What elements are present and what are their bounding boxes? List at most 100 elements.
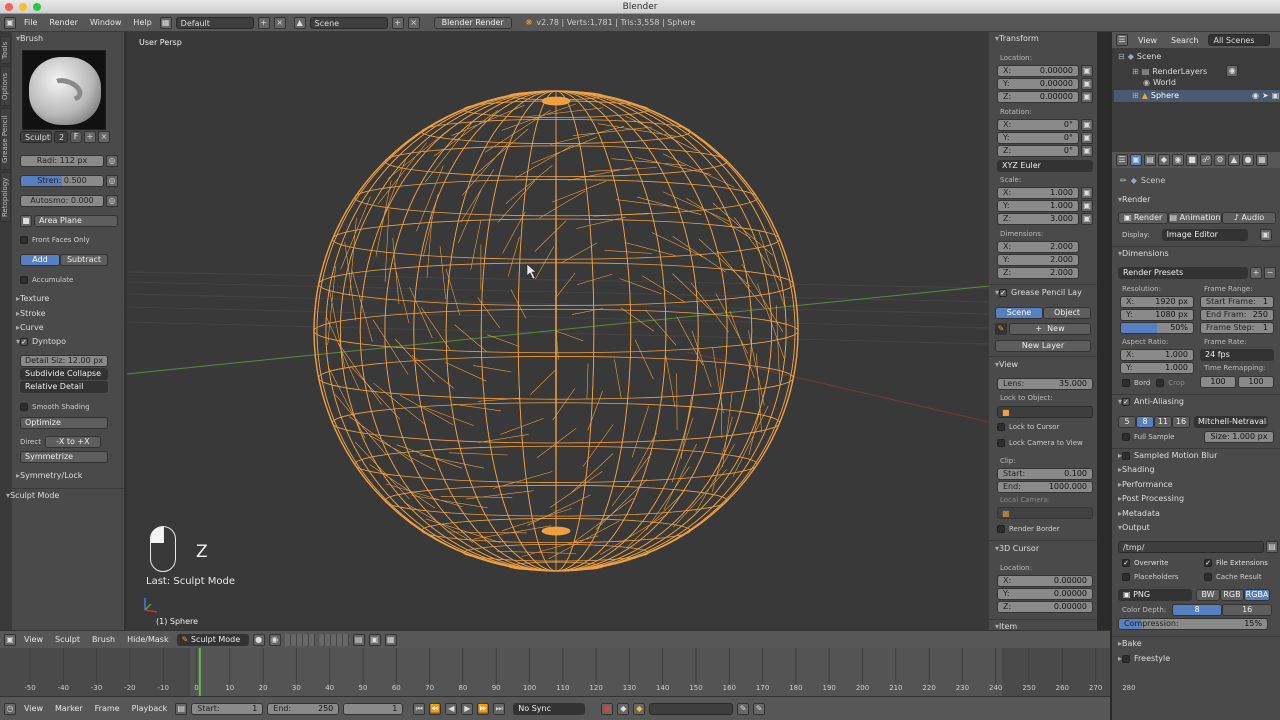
tab-grease-pencil[interactable]: Grease Pencil [0, 108, 11, 170]
layers-grid-right[interactable] [318, 633, 349, 646]
file-format-select[interactable]: ▣ PNG [1118, 589, 1192, 601]
3d-viewport[interactable]: User Persp Z Last: Sculpt Mode (1) Spher… [127, 32, 989, 630]
full-sample-checkbox[interactable]: Full Sample [1122, 433, 1174, 441]
autosmooth-pressure-icon[interactable]: ◎ [106, 195, 118, 207]
radius-pressure-icon[interactable]: ◎ [106, 155, 118, 167]
texture-context-icon[interactable]: ▦ [1256, 154, 1268, 166]
modifiers-context-icon[interactable]: ⚙ [1214, 154, 1226, 166]
color-depth-8-button[interactable]: 8 [1172, 604, 1223, 616]
item-panel-header[interactable]: Item [995, 622, 1017, 630]
outliner-search-menu[interactable]: Search [1167, 36, 1202, 45]
border-checkbox[interactable]: Bord [1122, 379, 1150, 387]
tab-retopology[interactable]: Retopology [0, 172, 11, 222]
scale-x-field[interactable]: X: 1.000 [997, 187, 1079, 199]
remove-brush-icon[interactable]: × [98, 131, 110, 143]
insert-keyframe-icon[interactable]: ◆ [633, 702, 646, 715]
aa-samples-5[interactable]: 5 [1118, 416, 1136, 428]
timeline-menu-view[interactable]: View [20, 704, 47, 713]
resolution-x-field[interactable]: X: 1920 px [1120, 296, 1194, 308]
header-menu-sculpt[interactable]: Sculpt [51, 635, 84, 644]
outliner-view-menu[interactable]: View [1134, 36, 1161, 45]
time-remap-old-field[interactable]: 100 [1200, 376, 1236, 388]
key-delete-icon[interactable]: ✎ [753, 702, 766, 715]
filter-size-field[interactable]: Size: 1.000 px [1204, 431, 1274, 443]
render-engine-select[interactable]: Blender Render [433, 16, 512, 29]
location-lock-icon[interactable]: ▣ [1081, 65, 1093, 77]
sculpt-plane-select[interactable]: Area Plane [34, 215, 118, 227]
world-context-icon[interactable]: ◉ [1172, 154, 1184, 166]
scale-lock-icon[interactable]: ▣ [1081, 213, 1093, 225]
overwrite-checkbox[interactable]: ✓ Overwrite [1122, 559, 1168, 567]
lock-camera-checkbox[interactable]: Lock Camera to View [997, 439, 1083, 447]
frame-step-field[interactable]: Frame Step: 1 [1200, 322, 1274, 334]
dimensions-y-field[interactable]: Y: 2.000 [997, 254, 1079, 266]
menu-render[interactable]: Render [45, 18, 81, 27]
constraints-context-icon[interactable]: ☍ [1200, 154, 1212, 166]
scene-field[interactable]: Scene [309, 16, 388, 29]
output-panel-header[interactable]: Output [1118, 523, 1150, 532]
location-z-field[interactable]: Z: 0.00000 [997, 91, 1079, 103]
aspect-y-field[interactable]: Y: 1.000 [1120, 362, 1194, 374]
rotation-lock-icon[interactable]: ▣ [1081, 132, 1093, 144]
scale-y-field[interactable]: Y: 1.000 [997, 200, 1079, 212]
compression-field[interactable]: Compression: 15% [1118, 618, 1268, 630]
curve-panel-header[interactable]: Curve [16, 323, 44, 332]
timeline-menu-playback[interactable]: Playback [128, 704, 172, 713]
location-x-field[interactable]: X: 0.00000 [997, 65, 1079, 77]
sync-mode-select[interactable]: No Sync [513, 702, 586, 715]
optimize-button[interactable]: Optimize [20, 417, 108, 429]
anti-aliasing-panel-header[interactable]: ✓Anti-Aliasing [1118, 397, 1184, 406]
pin-icon[interactable]: ✏ [1120, 176, 1127, 185]
start-frame-field[interactable]: Start Frame: 1 [1200, 296, 1274, 308]
timeline-editor[interactable]: -50 -40 -30 -20 -10 0 10 20 30 40 50 60 70 80 90 100 110… [0, 648, 1136, 696]
clip-start-field[interactable]: Start: 0.100 [997, 468, 1093, 480]
add-layout-icon[interactable]: + [257, 16, 270, 29]
render-panel-header[interactable]: Render [1118, 195, 1150, 204]
stroke-panel-header[interactable]: Stroke [16, 309, 46, 318]
properties-editor-icon[interactable]: ☰ [1116, 154, 1128, 166]
key-insert-icon[interactable]: ✎ [737, 702, 750, 715]
dimensions-panel-header[interactable]: Dimensions [1118, 249, 1169, 258]
renderlayers-camera-icon[interactable]: ◉ [1226, 65, 1239, 77]
brush-users-count[interactable]: 2 [54, 131, 68, 143]
performance-panel-header[interactable]: Performance [1118, 480, 1173, 489]
zoom-window-icon[interactable] [33, 3, 41, 11]
material-context-icon[interactable]: ● [1242, 154, 1254, 166]
dimensions-z-field[interactable]: Z: 2.000 [997, 267, 1079, 279]
scale-lock-icon[interactable]: ▣ [1081, 200, 1093, 212]
render-audio-button[interactable]: ♪ Audio [1222, 212, 1276, 224]
timeline-menu-frame[interactable]: Frame [91, 704, 124, 713]
view-panel-header[interactable]: View [995, 360, 1018, 369]
smooth-shading-checkbox[interactable]: Smooth Shading [20, 403, 90, 411]
crop-checkbox[interactable]: Crop [1156, 379, 1185, 387]
outliner-item-world[interactable]: ◉ World [1132, 78, 1176, 87]
remove-preset-icon[interactable]: − [1264, 267, 1276, 279]
tab-options[interactable]: Options [0, 66, 11, 106]
rotation-lock-icon[interactable]: ▣ [1081, 145, 1093, 157]
interaction-mode-select[interactable]: ✎ Sculpt Mode [176, 633, 249, 646]
jump-keyframe-back-icon[interactable]: ⏪ [429, 702, 442, 715]
timeline-start-field[interactable]: Start: 1 [191, 702, 264, 715]
resolution-percentage-field[interactable]: 50% [1120, 322, 1194, 334]
jump-end-icon[interactable]: ⏭ [493, 702, 506, 715]
gp-pencil-icon[interactable]: ✎ [995, 323, 1007, 335]
subdivide-collapse-select[interactable]: Subdivide Collapse [20, 368, 108, 380]
cursor-x-field[interactable]: X: 0.00000 [997, 575, 1093, 587]
add-brush-icon[interactable]: + [84, 131, 96, 143]
brush-name-field[interactable]: SculptD [20, 131, 52, 143]
aa-samples-11[interactable]: 11 [1154, 416, 1172, 428]
symmetrize-button[interactable]: Symmetrize [20, 451, 108, 463]
radius-field[interactable]: Radi: 112 px [20, 155, 104, 167]
minimize-window-icon[interactable] [19, 3, 27, 11]
detail-size-field[interactable]: Detail Siz: 12.00 px [20, 355, 108, 367]
outliner-item-renderlayers[interactable]: ⊞ ▤ RenderLayers ◉ [1132, 65, 1239, 77]
local-layer-icon[interactable]: ▤ [352, 633, 365, 646]
placeholders-checkbox[interactable]: Placeholders [1122, 573, 1179, 581]
add-scene-icon[interactable]: + [391, 16, 404, 29]
shading-panel-header[interactable]: Shading [1118, 465, 1155, 474]
play-icon[interactable]: ▶ [461, 702, 474, 715]
gp-new-layer-button[interactable]: New Layer [995, 340, 1091, 352]
dyntopo-panel-header[interactable]: ✓Dyntopo [16, 337, 66, 346]
outliner-item-sphere[interactable]: ⊞ ▲ Sphere ◉ ➤ ▣ [1132, 91, 1279, 100]
frame-rate-select[interactable]: 24 fps [1200, 349, 1274, 361]
